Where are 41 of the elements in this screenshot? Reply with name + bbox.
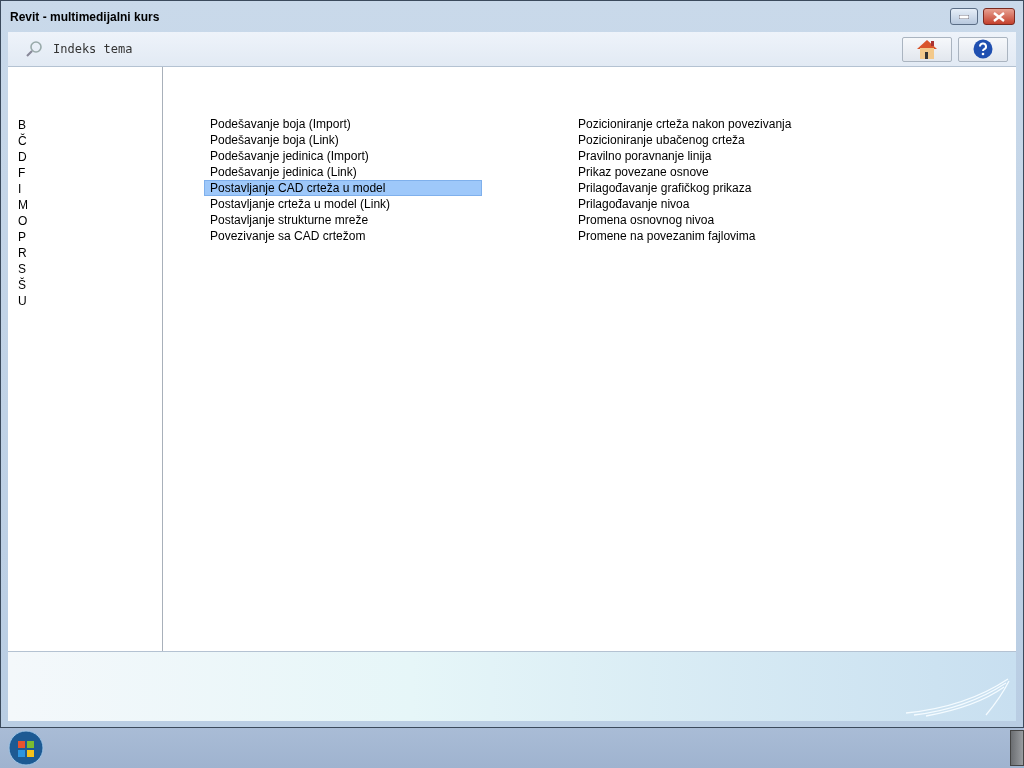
start-button[interactable] xyxy=(8,730,44,766)
index-letter-link[interactable]: U xyxy=(18,293,27,309)
help-button[interactable] xyxy=(958,36,1008,62)
topic-link[interactable]: Povezivanje sa CAD crtežom xyxy=(205,229,481,243)
topic-link[interactable]: Postavljanje CAD crteža u model xyxy=(205,181,481,195)
index-letter-link[interactable]: B xyxy=(18,117,26,133)
index-letter-link[interactable]: R xyxy=(18,245,27,261)
close-icon xyxy=(993,11,1005,22)
topic-link[interactable]: Pozicioniranje ubačenog crteža xyxy=(573,133,849,147)
topic-link[interactable]: Pozicioniranje crteža nakon povezivanja xyxy=(573,117,849,131)
topic-link[interactable]: Podešavanje boja (Link) xyxy=(205,133,481,147)
topic-link[interactable]: Pravilno poravnanje linija xyxy=(573,149,849,163)
minimize-icon xyxy=(959,14,969,19)
help-icon xyxy=(973,39,993,59)
home-button[interactable] xyxy=(902,36,952,62)
topic-link[interactable]: Podešavanje jedinica (Import) xyxy=(205,149,481,163)
index-letter-link[interactable]: M xyxy=(18,197,28,213)
topic-link[interactable]: Postavljanje strukturne mreže xyxy=(205,213,481,227)
topic-link[interactable]: Postavljanje crteža u model (Link) xyxy=(205,197,481,211)
topic-link[interactable]: Podešavanje boja (Import) xyxy=(205,117,481,131)
index-letter-link[interactable]: P xyxy=(18,229,26,245)
topic-link[interactable]: Promena osnovnog nivoa xyxy=(573,213,849,227)
minimize-button[interactable] xyxy=(950,8,978,25)
house-icon xyxy=(915,38,939,60)
topic-link[interactable]: Promene na povezanim fajlovima xyxy=(573,229,849,243)
topic-link[interactable]: Prilagođavanje nivoa xyxy=(573,197,849,211)
window-title: Revit - multimedijalni kurs xyxy=(10,9,161,24)
search-icon xyxy=(25,40,43,58)
toolbar-title: Indeks tema xyxy=(53,42,134,56)
index-letter-link[interactable]: Š xyxy=(18,277,26,293)
index-letter-link[interactable]: I xyxy=(18,181,22,197)
topic-link[interactable]: Podešavanje jedinica (Link) xyxy=(205,165,481,179)
taskbar-scroll-handle[interactable] xyxy=(1010,730,1024,766)
topic-link[interactable]: Prilagođavanje grafičkog prikaza xyxy=(573,181,849,195)
index-letter-link[interactable]: F xyxy=(18,165,26,181)
index-letter-link[interactable]: Č xyxy=(18,133,27,149)
index-letter-link[interactable]: S xyxy=(18,261,26,277)
index-letter-link[interactable]: O xyxy=(18,213,28,229)
close-button[interactable] xyxy=(983,8,1015,25)
index-letter-link[interactable]: D xyxy=(18,149,27,165)
topic-link[interactable]: Prikaz povezane osnove xyxy=(573,165,849,179)
